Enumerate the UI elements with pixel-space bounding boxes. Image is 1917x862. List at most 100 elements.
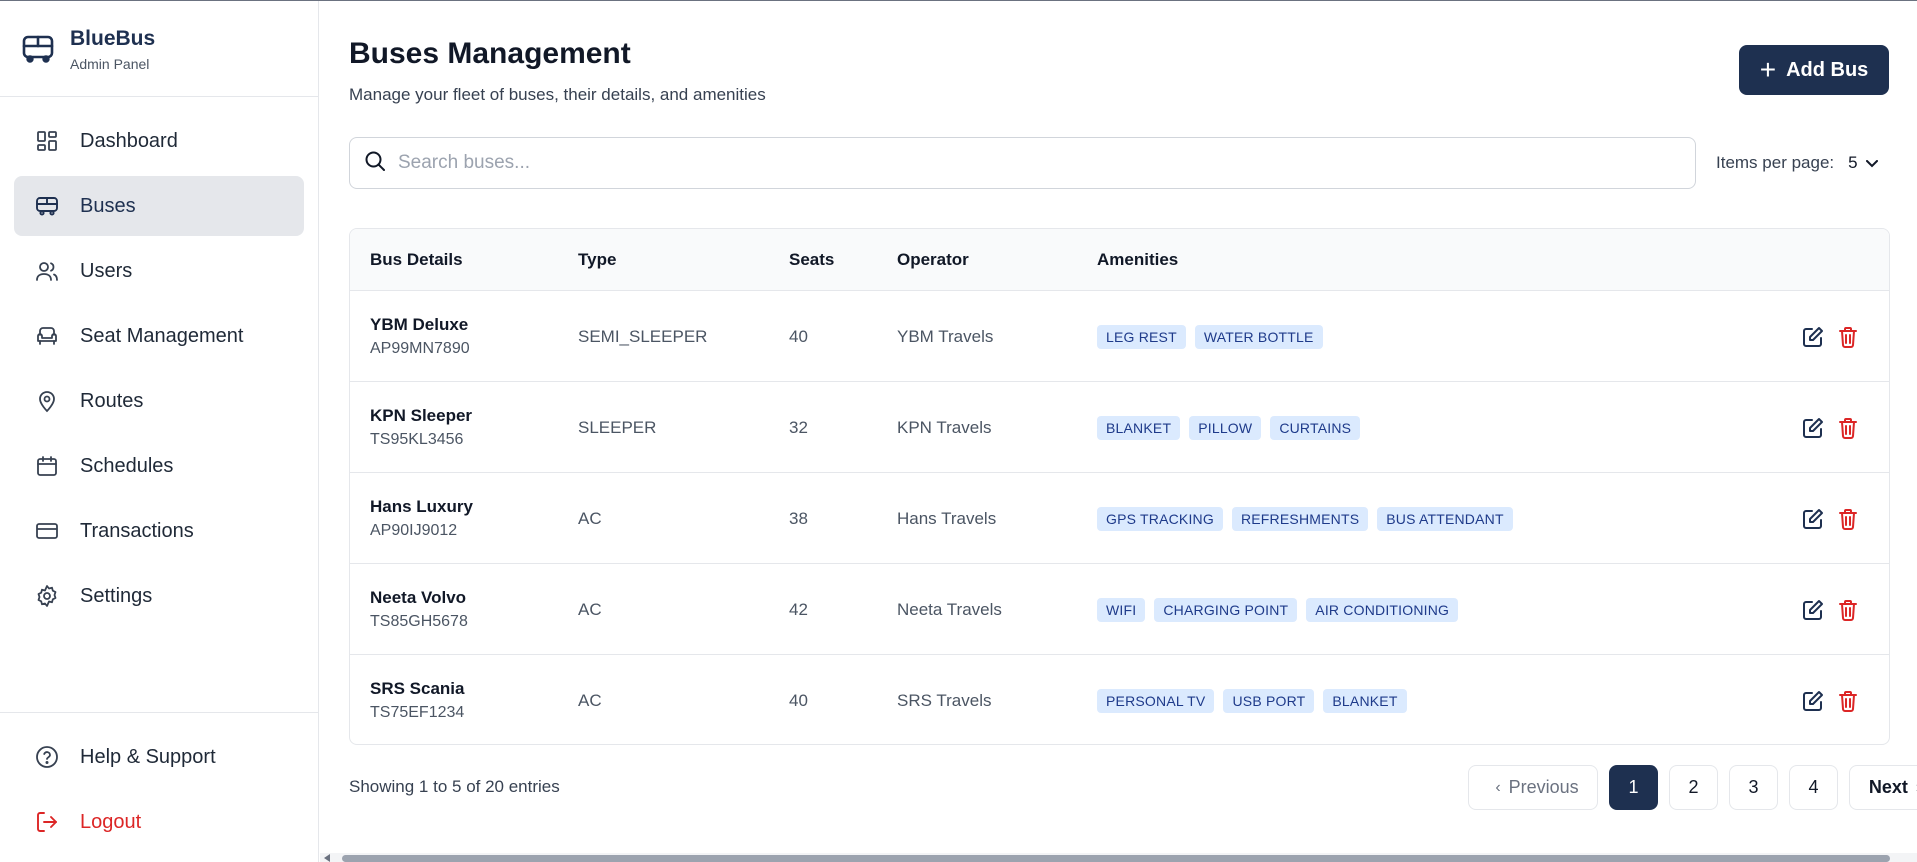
- edit-icon[interactable]: [1800, 506, 1825, 531]
- search-input[interactable]: [398, 152, 1678, 174]
- amenity-tag: WIFI: [1097, 598, 1146, 622]
- table-row: YBM Deluxe AP99MN7890 SEMI_SLEEPER 40 YBM Tr…: [350, 291, 1889, 382]
- previous-page-button[interactable]: ‹ Previous: [1468, 765, 1598, 810]
- bus-name: Neeta Volvo: [370, 588, 467, 607]
- edit-icon[interactable]: [1800, 688, 1825, 713]
- row-actions: [1800, 415, 1860, 440]
- bus-type: SLEEPER: [578, 418, 657, 437]
- bus-seats: 38: [789, 509, 808, 528]
- trash-icon[interactable]: [1835, 415, 1860, 440]
- scrollbar-thumb[interactable]: [342, 855, 1890, 862]
- bus-seats: 40: [789, 691, 808, 710]
- row-actions: [1800, 688, 1860, 713]
- amenity-tag: WATER BOTTLE: [1194, 325, 1323, 349]
- page-button-1[interactable]: 1: [1609, 765, 1658, 810]
- bus-operator: YBM Travels: [897, 327, 994, 346]
- scroll-left-arrow-icon[interactable]: [324, 854, 330, 862]
- sidebar-item-label: Transactions: [80, 519, 194, 542]
- trash-icon[interactable]: [1835, 324, 1860, 349]
- logout-button[interactable]: Logout: [14, 792, 304, 852]
- sidebar-item-buses[interactable]: Buses: [14, 176, 304, 236]
- bus-type: AC: [578, 691, 602, 710]
- entries-count: Showing 1 to 5 of 20 entries: [349, 777, 560, 796]
- page-subtitle: Manage your fleet of buses, their detail…: [349, 85, 766, 104]
- bus-seats: 42: [789, 600, 808, 619]
- brand-subtitle: Admin Panel: [70, 55, 150, 72]
- logout-icon: [34, 809, 60, 835]
- bus-name: SRS Scania: [370, 679, 465, 698]
- brand-name: BlueBus: [70, 26, 156, 50]
- next-page-button[interactable]: Next ›: [1849, 765, 1917, 810]
- amenities-list: BLANKET PILLOW CURTAINS: [1097, 416, 1361, 440]
- column-header-amenities: Amenities: [1097, 249, 1179, 269]
- trash-icon[interactable]: [1835, 506, 1860, 531]
- trash-icon[interactable]: [1835, 597, 1860, 622]
- bus-registration: AP99MN7890: [370, 340, 470, 357]
- amenity-tag: CURTAINS: [1270, 416, 1361, 440]
- bus-seats: 40: [789, 327, 808, 346]
- column-header-seats: Seats: [789, 249, 835, 269]
- gear-icon: [34, 583, 60, 609]
- bus-operator: KPN Travels: [897, 418, 992, 437]
- dashboard-icon: [34, 128, 60, 154]
- bus-seats: 32: [789, 418, 808, 437]
- page-button-3[interactable]: 3: [1729, 765, 1778, 810]
- table-row: Hans Luxury AP90IJ9012 AC 38 Hans Travels GPS…: [350, 473, 1889, 564]
- bus-type: SEMI_SLEEPER: [578, 327, 708, 346]
- amenity-tag: BUS ATTENDANT: [1377, 507, 1513, 531]
- bus-registration: TS95KL3456: [370, 431, 464, 448]
- amenities-list: WIFI CHARGING POINT AIR CONDITIONING: [1097, 598, 1459, 622]
- bus-type: AC: [578, 509, 602, 528]
- sidebar-item-schedules[interactable]: Schedules: [14, 436, 304, 496]
- sidebar-item-label: Users: [80, 259, 133, 282]
- pagination: ‹ Previous 1 2 3 4 Next ›: [1468, 765, 1917, 810]
- column-header-bus-details: Bus Details: [370, 249, 463, 269]
- help-circle-icon: [34, 744, 60, 770]
- sidebar-item-label: Dashboard: [80, 129, 178, 152]
- bus-operator: SRS Travels: [897, 691, 992, 710]
- items-per-page-label: Items per page:: [1716, 153, 1835, 172]
- page-button-2[interactable]: 2: [1669, 765, 1718, 810]
- amenity-tag: USB PORT: [1223, 689, 1315, 713]
- next-label: Next: [1868, 777, 1908, 797]
- seat-icon: [34, 323, 60, 349]
- sidebar-item-seat-management[interactable]: Seat Management: [14, 306, 304, 366]
- amenity-tag: LEG REST: [1097, 325, 1186, 349]
- amenity-tag: BLANKET: [1323, 689, 1407, 713]
- row-actions: [1800, 324, 1860, 349]
- column-header-operator: Operator: [897, 249, 969, 269]
- page-button-4[interactable]: 4: [1789, 765, 1838, 810]
- bus-operator: Hans Travels: [897, 509, 997, 528]
- row-actions: [1800, 506, 1860, 531]
- sidebar-item-settings[interactable]: Settings: [14, 566, 304, 626]
- bus-name: Hans Luxury: [370, 497, 473, 516]
- sidebar-item-transactions[interactable]: Transactions: [14, 501, 304, 561]
- brand[interactable]: BlueBus Admin Panel: [0, 1, 318, 97]
- previous-label: Previous: [1508, 777, 1579, 797]
- edit-icon[interactable]: [1800, 324, 1825, 349]
- trash-icon[interactable]: [1835, 688, 1860, 713]
- plus-icon: +: [1759, 54, 1777, 85]
- help-support-link[interactable]: Help & Support: [14, 727, 304, 787]
- map-pin-icon: [34, 388, 60, 414]
- amenities-list: GPS TRACKING REFRESHMENTS BUS ATTENDANT: [1097, 507, 1513, 531]
- bus-operator: Neeta Travels: [897, 600, 1002, 619]
- sidebar-item-dashboard[interactable]: Dashboard: [14, 111, 304, 171]
- items-per-page-select[interactable]: 5: [1848, 153, 1878, 173]
- sidebar-item-routes[interactable]: Routes: [14, 371, 304, 431]
- column-header-type: Type: [578, 249, 617, 269]
- edit-icon[interactable]: [1800, 415, 1825, 440]
- table-row: SRS Scania TS75EF1234 AC 40 SRS Travels PERSO…: [350, 655, 1889, 744]
- sidebar-item-label: Settings: [80, 584, 153, 607]
- main-content: Buses Management Manage your fleet of bu…: [320, 1, 1917, 862]
- table-header: Bus Details Type Seats Operator Amenitie…: [350, 229, 1889, 291]
- horizontal-scrollbar[interactable]: [320, 853, 1917, 862]
- add-bus-button[interactable]: + Add Bus: [1739, 45, 1889, 95]
- items-per-page-value: 5: [1848, 153, 1858, 172]
- sidebar-item-users[interactable]: Users: [14, 241, 304, 301]
- add-bus-label: Add Bus: [1786, 58, 1869, 81]
- amenity-tag: GPS TRACKING: [1097, 507, 1223, 531]
- search-icon: [364, 150, 386, 177]
- users-icon: [34, 258, 60, 284]
- edit-icon[interactable]: [1800, 597, 1825, 622]
